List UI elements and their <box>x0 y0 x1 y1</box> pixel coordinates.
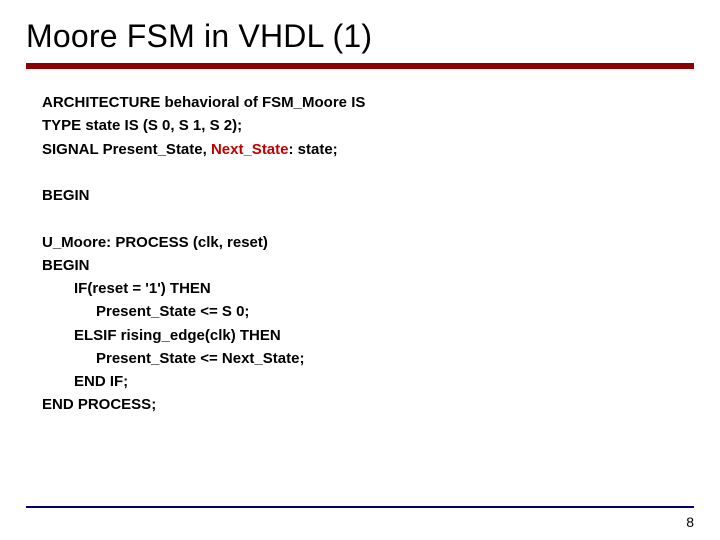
code-line: IF(reset = '1') THEN <box>42 277 694 300</box>
footer-rule <box>26 506 694 508</box>
code-line: SIGNAL Present_State, Next_State: state; <box>42 138 694 161</box>
code-line: END PROCESS; <box>42 393 694 416</box>
code-line: Present_State <= Next_State; <box>42 347 694 370</box>
code-text: : state; <box>289 141 338 158</box>
slide-title: Moore FSM in VHDL (1) <box>26 18 694 55</box>
code-line: U_Moore: PROCESS (clk, reset) <box>42 231 694 254</box>
code-line: ARCHITECTURE behavioral of FSM_Moore IS <box>42 91 694 114</box>
code-line: Present_State <= S 0; <box>42 300 694 323</box>
title-underline <box>26 63 694 69</box>
blank-line <box>42 161 694 184</box>
code-line: END IF; <box>42 370 694 393</box>
code-text: SIGNAL Present_State, <box>42 141 211 158</box>
slide: Moore FSM in VHDL (1) ARCHITECTURE behav… <box>0 0 720 540</box>
code-block: ARCHITECTURE behavioral of FSM_Moore IS … <box>26 91 694 417</box>
code-line: BEGIN <box>42 254 694 277</box>
code-line: BEGIN <box>42 184 694 207</box>
page-number: 8 <box>686 514 694 530</box>
code-highlight: Next_State <box>211 141 289 158</box>
code-line: TYPE state IS (S 0, S 1, S 2); <box>42 114 694 137</box>
code-line: ELSIF rising_edge(clk) THEN <box>42 324 694 347</box>
blank-line <box>42 207 694 230</box>
